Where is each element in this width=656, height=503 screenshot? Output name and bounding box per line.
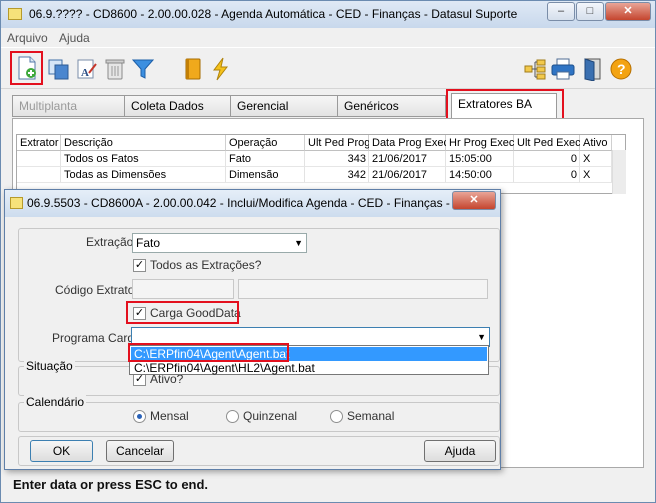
cell-data-prog-exec: 21/06/2017 [369, 167, 446, 183]
dialog-title: 06.9.5503 - CD8600A - 2.00.00.042 - Incl… [27, 196, 464, 210]
main-titlebar: 06.9.???? - CD8600 - 2.00.00.028 - Agend… [1, 1, 655, 28]
extracao-label: Extração: [86, 235, 137, 249]
col-extrator[interactable]: Extrator [17, 135, 61, 151]
maximize-button[interactable]: □ [576, 2, 604, 21]
window-title: 06.9.???? - CD8600 - 2.00.00.028 - Agend… [29, 7, 518, 21]
app-icon [8, 8, 22, 20]
ok-button[interactable]: OK [30, 440, 93, 462]
cell-extrator [17, 151, 61, 167]
cell-operacao: Fato [226, 151, 305, 167]
book-icon[interactable] [179, 55, 207, 83]
col-hr-prog-exec[interactable]: Hr Prog Exec [446, 135, 514, 151]
tab-multiplanta[interactable]: Multiplanta [12, 95, 125, 117]
cell-ativo: X [580, 151, 612, 167]
help-icon[interactable]: ? [607, 55, 635, 83]
filter-icon[interactable] [129, 55, 157, 83]
col-ult-ped-prog[interactable]: Ult Ped Prog [305, 135, 370, 151]
cell-descricao: Todos os Fatos [61, 151, 226, 167]
todos-extracoes-label: Todos as Extrações? [150, 258, 262, 272]
codigo-extrator-label: Código Extrator: [55, 283, 142, 297]
toolbar: A ? [1, 47, 655, 89]
tab-coleta-dados[interactable]: Coleta Dados [124, 95, 231, 117]
grid-scrollbar[interactable] [612, 150, 626, 194]
codigo-extrator-input[interactable] [132, 279, 234, 299]
cell-ult-ped-exec: 0 [514, 151, 580, 167]
status-bar-text: Enter data or press ESC to end. [13, 477, 209, 492]
menu-arquivo[interactable]: Arquivo [7, 31, 48, 45]
copy-icon[interactable] [45, 55, 73, 83]
radio-mensal-label: Mensal [150, 409, 189, 423]
cell-ult-ped-prog: 342 [305, 167, 369, 183]
radio-quinzenal-label: Quinzenal [243, 409, 298, 423]
print-icon[interactable] [549, 55, 577, 83]
cell-ult-ped-exec: 0 [514, 167, 580, 183]
highlight-agent-option [128, 343, 289, 362]
edit-icon[interactable]: A [73, 55, 101, 83]
help-button[interactable]: Ajuda [424, 440, 496, 462]
dropdown-option-hl2-agent[interactable]: C:\ERPfin04\Agent\HL2\Agent.bat [131, 361, 487, 375]
menu-ajuda[interactable]: Ajuda [59, 31, 90, 45]
extractors-grid: Extrator Descrição Operação Ult Ped Prog… [16, 134, 626, 194]
cancel-button[interactable]: Cancelar [106, 440, 174, 462]
cell-data-prog-exec: 21/06/2017 [369, 151, 446, 167]
radio-mensal[interactable] [133, 410, 146, 423]
col-operacao[interactable]: Operação [226, 135, 305, 151]
chevron-down-icon: ▼ [294, 238, 303, 248]
tab-gerencial[interactable]: Gerencial [230, 95, 338, 117]
highlight-carga-gooddata [126, 301, 239, 324]
minimize-button[interactable]: – [547, 2, 575, 21]
cell-descricao: Todas as Dimensões [61, 167, 226, 183]
trash-icon[interactable] [101, 55, 129, 83]
exit-door-icon[interactable] [579, 55, 607, 83]
cell-hr-prog-exec: 15:05:00 [446, 151, 514, 167]
menu-bar: Arquivo Ajuda [1, 28, 655, 47]
highlight-add-button [10, 51, 43, 85]
radio-semanal[interactable] [330, 410, 343, 423]
extracao-value: Fato [136, 236, 161, 250]
chevron-down-icon: ▼ [477, 332, 486, 342]
svg-text:A: A [81, 67, 89, 79]
svg-text:?: ? [617, 61, 626, 77]
codigo-extrator-description [238, 279, 488, 299]
col-descricao[interactable]: Descrição [61, 135, 226, 151]
cell-operacao: Dimensão [226, 167, 305, 183]
cell-extrator [17, 167, 61, 183]
col-ativo[interactable]: Ativo [580, 135, 612, 151]
close-button[interactable]: ✕ [605, 2, 651, 21]
dialog-app-icon [10, 197, 23, 209]
col-data-prog-exec[interactable]: Data Prog Exec [369, 135, 449, 151]
todos-extracoes-checkbox[interactable]: ✓ [133, 259, 146, 272]
cell-hr-prog-exec: 14:50:00 [446, 167, 514, 183]
tree-icon[interactable] [521, 55, 549, 83]
dialog-titlebar: 06.9.5503 - CD8600A - 2.00.00.042 - Incl… [5, 190, 500, 217]
situacao-label: Situação [24, 359, 75, 373]
radio-quinzenal[interactable] [226, 410, 239, 423]
schedule-dialog: 06.9.5503 - CD8600A - 2.00.00.042 - Incl… [4, 189, 501, 470]
lightning-icon[interactable] [207, 55, 235, 83]
cell-ult-ped-prog: 343 [305, 151, 369, 167]
calendario-label: Calendário [24, 395, 87, 409]
col-ult-ped-exec[interactable]: Ult Ped Exec [514, 135, 581, 151]
cell-ativo: X [580, 167, 612, 183]
extracao-select[interactable]: Fato ▼ [132, 233, 307, 253]
radio-semanal-label: Semanal [347, 409, 395, 423]
dialog-close-button[interactable]: ✕ [452, 191, 496, 210]
tab-genericos[interactable]: Genéricos [337, 95, 446, 117]
